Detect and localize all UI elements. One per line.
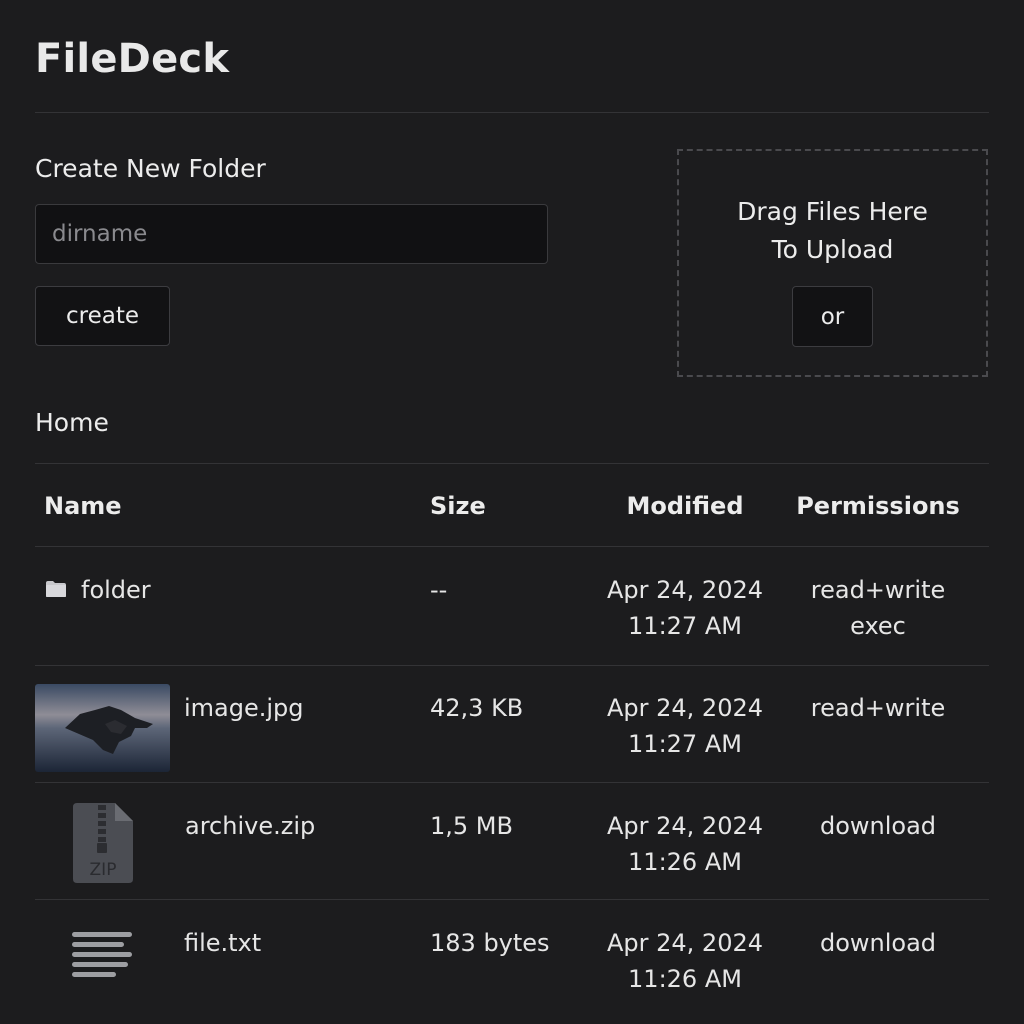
modified-cell: Apr 24, 2024 11:26 AM (585, 925, 785, 997)
folder-name-input[interactable] (35, 204, 548, 264)
file-name-text[interactable]: file.txt (184, 925, 261, 961)
file-size: -- (430, 576, 448, 604)
row-divider (35, 899, 989, 900)
zip-icon-label: ZIP (90, 860, 117, 880)
browse-files-button[interactable]: or (792, 286, 873, 347)
folder-icon (46, 581, 66, 597)
row-divider (35, 782, 989, 783)
modified-cell: Apr 24, 2024 11:26 AM (585, 808, 785, 880)
row-divider (35, 665, 989, 666)
permissions-cell: download (780, 808, 976, 844)
file-name-image[interactable]: image.jpg (184, 690, 304, 726)
header-divider (35, 112, 989, 113)
modified-cell: Apr 24, 2024 11:27 AM (585, 690, 785, 762)
upload-dropzone[interactable]: Drag Files Here To Upload or (677, 149, 988, 377)
zip-file-icon: ZIP (73, 803, 133, 883)
dropzone-text: Drag Files Here To Upload (679, 193, 986, 269)
column-header-modified[interactable]: Modified (585, 492, 785, 520)
permission-line: exec (850, 612, 906, 640)
file-name-folder[interactable]: folder (81, 572, 151, 608)
permission-line: download (819, 812, 937, 840)
breadcrumb-home[interactable]: Home (35, 408, 109, 437)
permissions-cell: read+write (780, 690, 976, 726)
permissions-cell: read+write exec (780, 572, 976, 644)
modified-time: 11:26 AM (628, 965, 742, 993)
modified-cell: Apr 24, 2024 11:27 AM (585, 572, 785, 644)
modified-time: 11:26 AM (628, 848, 742, 876)
text-file-icon (72, 932, 132, 977)
table-top-divider (35, 463, 989, 464)
modified-date: Apr 24, 2024 (606, 694, 764, 722)
create-folder-button[interactable]: create (35, 286, 170, 346)
dropzone-line-2: To Upload (771, 235, 894, 264)
modified-time: 11:27 AM (628, 730, 742, 758)
column-header-name[interactable]: Name (44, 492, 122, 520)
file-size: 183 bytes (430, 929, 550, 957)
permission-line: read+write (810, 576, 946, 604)
dropzone-line-1: Drag Files Here (737, 197, 928, 226)
image-thumbnail[interactable] (35, 684, 170, 772)
permissions-cell: download (780, 925, 976, 961)
permission-line: read+write (810, 694, 946, 722)
app-title: FileDeck (35, 36, 230, 82)
modified-date: Apr 24, 2024 (606, 929, 764, 957)
modified-date: Apr 24, 2024 (606, 812, 764, 840)
create-folder-label: Create New Folder (35, 154, 266, 183)
modified-date: Apr 24, 2024 (606, 576, 764, 604)
header-row-divider (35, 546, 989, 547)
modified-time: 11:27 AM (628, 612, 742, 640)
file-name-archive[interactable]: archive.zip (185, 808, 315, 844)
file-size: 42,3 KB (430, 694, 524, 722)
file-size: 1,5 MB (430, 812, 513, 840)
permission-line: download (819, 929, 937, 957)
column-header-size[interactable]: Size (430, 492, 486, 520)
column-header-permissions[interactable]: Permissions (780, 492, 976, 520)
